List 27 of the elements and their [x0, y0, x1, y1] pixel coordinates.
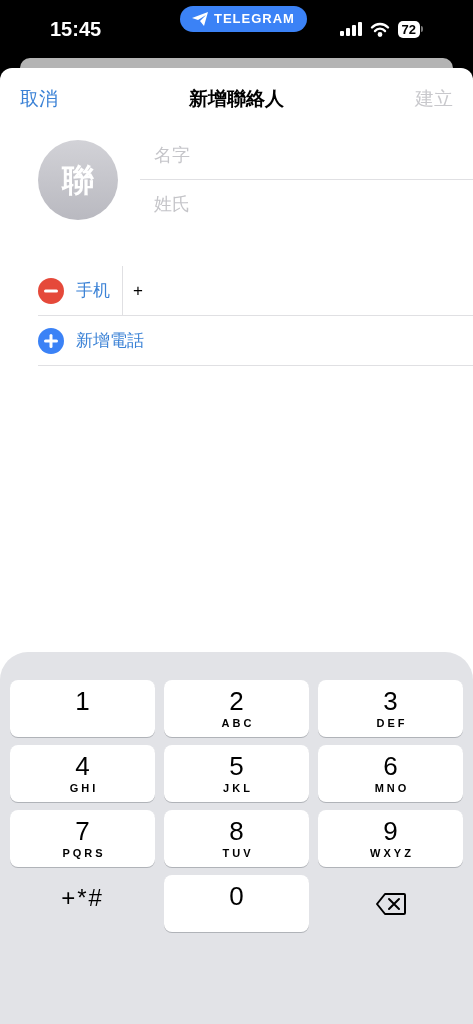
status-time: 15:45: [50, 17, 102, 42]
battery-indicator: 72: [397, 20, 423, 38]
paper-plane-icon: [192, 12, 208, 26]
phone-label[interactable]: 手机: [76, 277, 122, 304]
add-icon[interactable]: [38, 327, 64, 354]
keypad-key[interactable]: 5 JKL: [164, 745, 309, 802]
cancel-button[interactable]: 取消: [20, 84, 58, 114]
keypad-key[interactable]: 9 WXYZ: [318, 810, 463, 867]
name-field[interactable]: 姓氏: [140, 180, 473, 228]
keypad-key[interactable]: 7 PQRS: [10, 810, 155, 867]
signal-icon: [339, 22, 362, 36]
symbols-key[interactable]: +*#: [10, 875, 155, 932]
keypad-key[interactable]: 2 ABC: [164, 680, 309, 737]
keypad-key[interactable]: 8 TUV: [164, 810, 309, 867]
keypad-key[interactable]: 0: [164, 875, 309, 932]
add-phone-link[interactable]: 新增電話: [76, 327, 144, 354]
keypad-key[interactable]: 3 DEF: [318, 680, 463, 737]
remove-icon[interactable]: [38, 277, 64, 304]
app-pill[interactable]: TELEGRAM: [180, 6, 307, 32]
screen-title: 新增聯絡人: [189, 86, 284, 111]
keypad-key[interactable]: 1: [10, 680, 155, 737]
wifi-icon: [369, 21, 390, 37]
keypad-key[interactable]: 6 MNO: [318, 745, 463, 802]
backspace-icon[interactable]: [374, 891, 407, 916]
phone-field[interactable]: +: [133, 277, 473, 304]
name-field[interactable]: 名字: [140, 132, 473, 180]
keypad-key[interactable]: 4 GHI: [10, 745, 155, 802]
